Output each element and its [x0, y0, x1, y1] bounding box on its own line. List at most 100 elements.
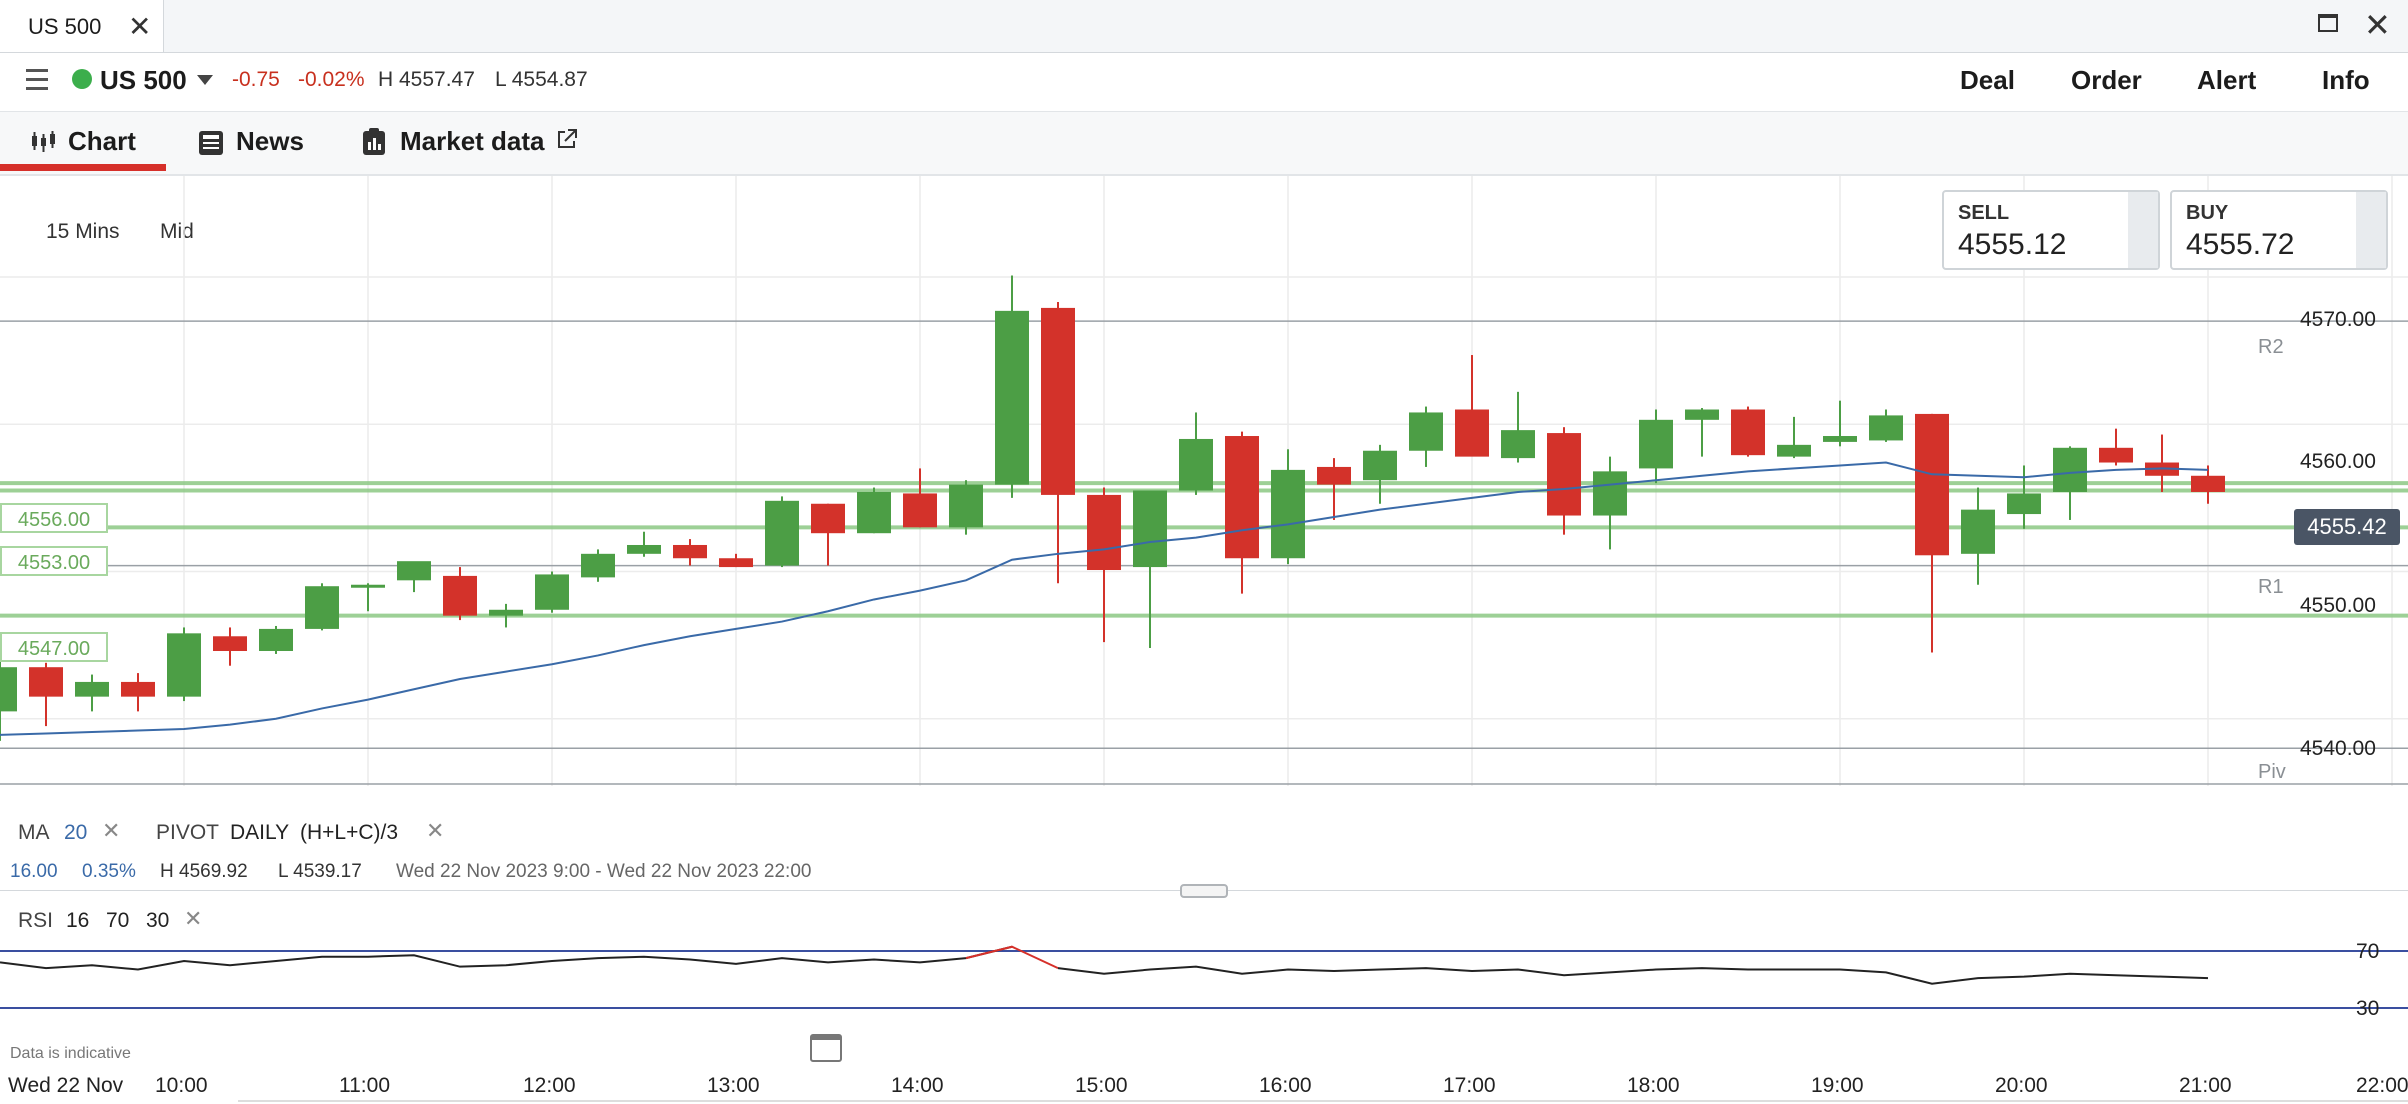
candle-body	[1593, 471, 1627, 516]
date-range: Wed 22 Nov 2023 9:00 - Wed 22 Nov 2023 2…	[396, 861, 812, 882]
candle-body	[1777, 444, 1811, 457]
candle-body	[1363, 450, 1397, 481]
tab-chart[interactable]: Chart	[68, 126, 136, 157]
candle-body	[1547, 433, 1581, 516]
chevron-down-icon[interactable]	[197, 75, 213, 85]
x-tick-label: 15:00	[1075, 1074, 1128, 1097]
day-low: L 4554.87	[495, 68, 588, 91]
sell-button[interactable]: SELL 4555.12	[1942, 190, 2160, 270]
candle-body	[811, 503, 845, 534]
level-tag[interactable]: 4547.00	[0, 632, 108, 662]
candle-body	[1133, 490, 1167, 568]
deal-button[interactable]: Deal	[1960, 65, 2015, 96]
candle-body	[535, 574, 569, 610]
level-tag[interactable]: 4556.00	[0, 503, 108, 533]
candle-body	[2053, 447, 2087, 492]
price-chart[interactable]	[0, 176, 2408, 1104]
pivot-formula: (H+L+C)/3	[300, 821, 399, 844]
candle-body	[581, 553, 615, 578]
buy-button[interactable]: BUY 4555.72	[2170, 190, 2388, 270]
rsi-param-period[interactable]: 16	[66, 909, 89, 933]
x-tick-label: 17:00	[1443, 1074, 1496, 1097]
pivot-period[interactable]: DAILY	[230, 821, 289, 845]
rsi-overbought-segment	[965, 945, 1059, 970]
y-tick-label: 4560.00	[2300, 450, 2376, 473]
range-value: 16.00	[10, 861, 58, 882]
candle-body	[1041, 307, 1075, 495]
rsi-upper-label: 70	[2356, 940, 2380, 963]
x-axis-date: Wed 22 Nov	[8, 1074, 124, 1097]
time-scrollbar[interactable]	[238, 1100, 2408, 1102]
x-tick-label: 21:00	[2179, 1074, 2232, 1097]
x-tick-label: 16:00	[1259, 1074, 1312, 1097]
pivot-r1-label: R1	[2258, 576, 2284, 598]
rsi-param-lower[interactable]: 30	[146, 909, 169, 933]
tab-market-data[interactable]: Market data	[400, 126, 545, 157]
candle-body	[857, 491, 891, 534]
candle-body	[305, 586, 339, 629]
candle-body	[765, 500, 799, 566]
tab-close-icon[interactable]: ✕	[128, 10, 151, 43]
candle-body	[1409, 412, 1443, 451]
candle-body	[1915, 413, 1949, 556]
tab-news[interactable]: News	[236, 126, 304, 157]
alert-button[interactable]: Alert	[2197, 65, 2256, 96]
candle-body	[1271, 469, 1305, 559]
candle-body	[351, 584, 385, 588]
rsi-label: RSI	[18, 909, 54, 932]
sub-navigation: Chart News Market data	[0, 112, 2408, 176]
info-button[interactable]: Info	[2322, 65, 2370, 96]
day-high: H 4557.47	[378, 68, 475, 91]
candle-body	[1685, 409, 1719, 420]
tab-title: US 500	[28, 14, 102, 39]
candle-body	[1961, 509, 1995, 554]
x-tick-label: 22:00	[2356, 1074, 2408, 1097]
candle-body	[489, 609, 523, 616]
instrument-tab[interactable]: US 500 ✕	[0, 0, 164, 52]
hamburger-menu-icon[interactable]	[26, 69, 48, 96]
ma-period[interactable]: 20	[64, 821, 87, 845]
current-price-tag: 4555.42	[2294, 509, 2400, 545]
candle-body	[1639, 419, 1673, 469]
resize-handle[interactable]	[1180, 884, 1228, 898]
remove-ma-icon[interactable]: ✕	[102, 818, 120, 844]
buy-price: 4555.72	[2186, 228, 2295, 261]
maximize-icon[interactable]	[2318, 14, 2338, 32]
candle-body	[121, 681, 155, 697]
news-icon	[198, 130, 224, 161]
level-tag[interactable]: 4553.00	[0, 546, 108, 576]
market-data-icon	[362, 128, 386, 161]
candle-body	[1455, 409, 1489, 457]
candle-body	[2099, 447, 2133, 463]
sell-price: 4555.12	[1958, 228, 2067, 261]
pivot-r2-label: R2	[2258, 336, 2284, 358]
instrument-header: US 500 -0.75 -0.02% H 4557.47 L 4554.87 …	[0, 53, 2408, 112]
candle-body	[1317, 466, 1351, 485]
remove-pivot-icon[interactable]: ✕	[426, 818, 444, 844]
order-button[interactable]: Order	[2071, 65, 2142, 96]
external-link-icon[interactable]	[556, 128, 578, 155]
remove-rsi-icon[interactable]: ✕	[184, 906, 202, 932]
candle-body	[1087, 494, 1121, 571]
calendar-icon[interactable]	[810, 1034, 842, 1062]
rsi-line	[1057, 965, 2209, 985]
ma-label: MA	[18, 821, 50, 844]
rsi-param-upper[interactable]: 70	[106, 909, 129, 933]
y-tick-label: 4570.00	[2300, 308, 2376, 331]
window-tab-bar: US 500 ✕ ✕	[0, 0, 2408, 53]
chart-icon	[30, 130, 56, 159]
x-tick-label: 19:00	[1811, 1074, 1864, 1097]
sell-label: SELL	[1958, 202, 2010, 224]
candle-body	[443, 575, 477, 616]
x-tick-label: 10:00	[155, 1074, 208, 1097]
instrument-name[interactable]: US 500	[100, 65, 187, 96]
candle-body	[673, 544, 707, 559]
range-low: L 4539.17	[278, 861, 362, 882]
y-tick-label: 4550.00	[2300, 594, 2376, 617]
candle-body	[995, 310, 1029, 485]
x-tick-label: 20:00	[1995, 1074, 2048, 1097]
close-window-icon[interactable]: ✕	[2364, 6, 2391, 44]
candle-body	[1823, 436, 1857, 442]
range-high: H 4569.92	[160, 861, 248, 882]
candle-body	[397, 561, 431, 581]
